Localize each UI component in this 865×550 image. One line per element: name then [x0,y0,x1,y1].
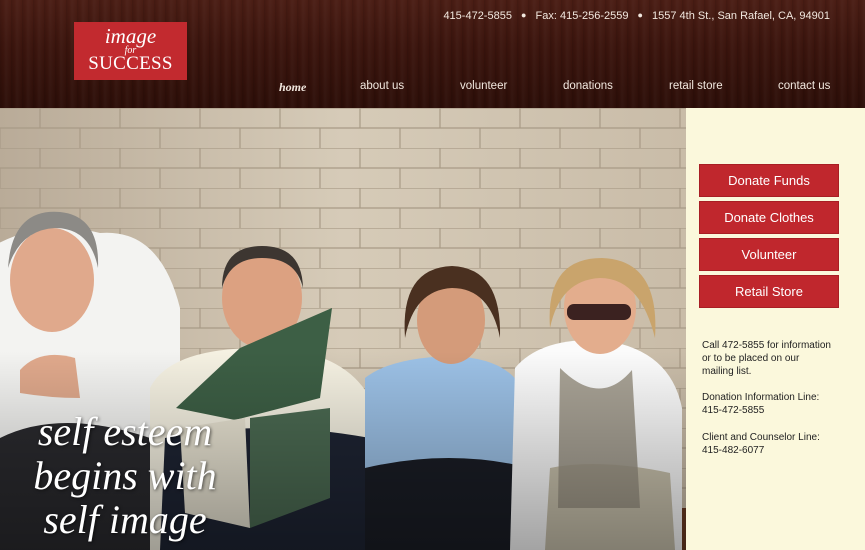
contact-bar: 415-472-5855 ● Fax: 415-256-2559 ● 1557 … [443,10,830,22]
nav-about-us[interactable]: about us [360,80,404,92]
client-line-info: Client and Counselor Line: 415-482-6077 [702,431,852,457]
info-text: or to be placed on our [702,353,800,364]
info-text: mailing list. [702,366,752,377]
info-label: Donation Information Line: [702,392,820,403]
volunteer-button[interactable]: Volunteer [699,238,839,271]
site-header: image for SUCCESS 415-472-5855 ● Fax: 41… [0,0,865,108]
separator-dot-icon: ● [521,10,527,20]
logo-word-success: SUCCESS [88,53,173,74]
nav-donations[interactable]: donations [563,80,613,92]
retail-store-button[interactable]: Retail Store [699,275,839,308]
hero-banner: self esteem begins with self image [0,108,686,550]
nav-volunteer[interactable]: volunteer [460,80,507,92]
donation-phone: 415-472-5855 [702,405,765,416]
donate-funds-button[interactable]: Donate Funds [699,164,839,197]
header-address: 1557 4th St., San Rafael, CA, 94901 [652,10,830,22]
separator-dot-icon: ● [637,10,643,20]
mailing-list-info: Call 472-5855 for information or to be p… [702,339,852,378]
logo-word-image: image [104,24,157,48]
tagline-line-3: self image [43,497,207,542]
main-nav: home about us volunteer donations retail… [0,80,865,96]
header-phone: 415-472-5855 [443,10,512,22]
donate-clothes-button[interactable]: Donate Clothes [699,201,839,234]
donation-line-info: Donation Information Line: 415-472-5855 [702,391,852,417]
header-fax: Fax: 415-256-2559 [535,10,629,22]
info-text: Call 472-5855 for information [702,340,831,351]
site-logo[interactable]: image for SUCCESS [74,22,187,80]
client-phone: 415-482-6077 [702,445,765,456]
tagline-line-1: self esteem [37,409,213,454]
nav-home[interactable]: home [279,80,306,95]
nav-contact-us[interactable]: contact us [778,80,830,92]
info-label: Client and Counselor Line: [702,432,820,443]
sidebar: Donate Funds Donate Clothes Volunteer Re… [686,108,865,550]
tagline-line-2: begins with [33,453,217,498]
nav-retail-store[interactable]: retail store [669,80,723,92]
